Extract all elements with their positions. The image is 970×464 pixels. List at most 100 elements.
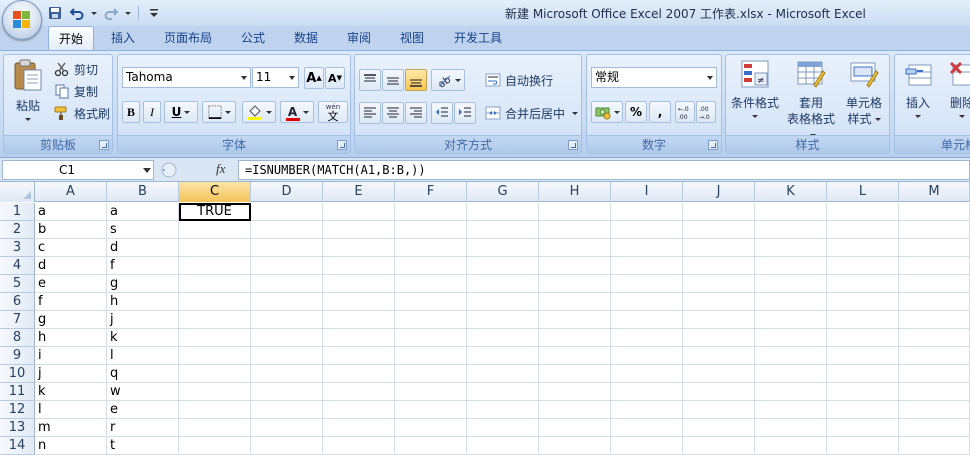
column-header-m[interactable]: M	[899, 182, 970, 202]
cell-a4[interactable]: d	[35, 257, 107, 275]
borders-button[interactable]	[202, 101, 236, 123]
cell-j14[interactable]	[683, 437, 755, 455]
cell-a3[interactable]: c	[35, 239, 107, 257]
cell-i11[interactable]	[611, 383, 683, 401]
cell-a12[interactable]: l	[35, 401, 107, 419]
cell-f8[interactable]	[395, 329, 467, 347]
cell-d6[interactable]	[251, 293, 323, 311]
delete-cells-button[interactable]: 删除	[941, 59, 970, 135]
cell-k1[interactable]	[755, 203, 827, 221]
cell-m13[interactable]	[899, 419, 970, 437]
cell-h13[interactable]	[539, 419, 611, 437]
formula-bar-handle-icon[interactable]	[158, 160, 180, 180]
row-header[interactable]: 4	[0, 257, 35, 275]
cell-g11[interactable]	[467, 383, 539, 401]
cell-j8[interactable]	[683, 329, 755, 347]
cell-h8[interactable]	[539, 329, 611, 347]
column-header-e[interactable]: E	[323, 182, 395, 202]
cell-i4[interactable]	[611, 257, 683, 275]
row-header[interactable]: 5	[0, 275, 35, 293]
cell-i10[interactable]	[611, 365, 683, 383]
cell-h1[interactable]	[539, 203, 611, 221]
comma-button[interactable]: ,	[649, 101, 671, 123]
cell-m9[interactable]	[899, 347, 970, 365]
select-all-button[interactable]	[0, 182, 35, 202]
cut-button[interactable]: 剪切	[54, 59, 98, 79]
cell-k8[interactable]	[755, 329, 827, 347]
cell-c3[interactable]	[179, 239, 251, 257]
cell-e10[interactable]	[323, 365, 395, 383]
tab-data[interactable]: 数据	[283, 26, 329, 50]
column-header-l[interactable]: L	[827, 182, 899, 202]
cell-k4[interactable]	[755, 257, 827, 275]
cell-m7[interactable]	[899, 311, 970, 329]
cell-b8[interactable]: k	[107, 329, 179, 347]
cell-c5[interactable]	[179, 275, 251, 293]
cell-e4[interactable]	[323, 257, 395, 275]
formula-input[interactable]: =ISNUMBER(MATCH(A1,B:B,))	[238, 160, 970, 180]
column-header-j[interactable]: J	[683, 182, 755, 202]
cell-e1[interactable]	[323, 203, 395, 221]
insert-cells-button[interactable]: 插入	[897, 59, 939, 135]
cell-d12[interactable]	[251, 401, 323, 419]
cell-e8[interactable]	[323, 329, 395, 347]
cell-l2[interactable]	[827, 221, 899, 239]
font-name-combo[interactable]: Tahoma	[122, 67, 251, 88]
align-center-button[interactable]	[382, 102, 404, 124]
cell-b10[interactable]: q	[107, 365, 179, 383]
cell-d1[interactable]	[251, 203, 323, 221]
tab-insert[interactable]: 插入	[100, 26, 146, 50]
cell-a10[interactable]: j	[35, 365, 107, 383]
cell-l1[interactable]	[827, 203, 899, 221]
cell-a11[interactable]: k	[35, 383, 107, 401]
cell-d4[interactable]	[251, 257, 323, 275]
cell-g8[interactable]	[467, 329, 539, 347]
cell-l3[interactable]	[827, 239, 899, 257]
cell-j5[interactable]	[683, 275, 755, 293]
name-box[interactable]: C1	[2, 160, 154, 180]
cell-b11[interactable]: w	[107, 383, 179, 401]
align-middle-button[interactable]	[382, 69, 404, 91]
cell-j13[interactable]	[683, 419, 755, 437]
cell-c12[interactable]	[179, 401, 251, 419]
save-icon[interactable]	[46, 4, 64, 22]
cell-b3[interactable]: d	[107, 239, 179, 257]
cell-f10[interactable]	[395, 365, 467, 383]
cell-e13[interactable]	[323, 419, 395, 437]
cell-j1[interactable]	[683, 203, 755, 221]
cell-k14[interactable]	[755, 437, 827, 455]
row-header[interactable]: 10	[0, 365, 35, 383]
format-painter-button[interactable]: 格式刷	[54, 103, 110, 123]
cell-k7[interactable]	[755, 311, 827, 329]
cell-b12[interactable]: e	[107, 401, 179, 419]
cell-e14[interactable]	[323, 437, 395, 455]
customize-icon[interactable]	[145, 4, 163, 22]
cell-i14[interactable]	[611, 437, 683, 455]
cell-i8[interactable]	[611, 329, 683, 347]
tab-review[interactable]: 审阅	[336, 26, 382, 50]
cell-l7[interactable]	[827, 311, 899, 329]
cell-h10[interactable]	[539, 365, 611, 383]
redo-dropdown-icon[interactable]	[124, 4, 132, 22]
cell-k5[interactable]	[755, 275, 827, 293]
cell-c9[interactable]	[179, 347, 251, 365]
font-size-combo[interactable]: 11	[252, 67, 299, 88]
cell-k12[interactable]	[755, 401, 827, 419]
cell-g1[interactable]	[467, 203, 539, 221]
cell-e9[interactable]	[323, 347, 395, 365]
row-header[interactable]: 11	[0, 383, 35, 401]
alignment-dialog-launcher[interactable]	[568, 140, 578, 150]
cell-e3[interactable]	[323, 239, 395, 257]
cell-a7[interactable]: g	[35, 311, 107, 329]
increase-indent-button[interactable]	[454, 102, 476, 124]
conditional-formatting-button[interactable]: ≠ 条件格式	[728, 59, 782, 135]
font-color-button[interactable]: A	[280, 101, 314, 123]
cell-h12[interactable]	[539, 401, 611, 419]
cell-m12[interactable]	[899, 401, 970, 419]
cell-a8[interactable]: h	[35, 329, 107, 347]
cell-d7[interactable]	[251, 311, 323, 329]
column-header-h[interactable]: H	[539, 182, 611, 202]
cell-i3[interactable]	[611, 239, 683, 257]
cell-c7[interactable]	[179, 311, 251, 329]
cell-l5[interactable]	[827, 275, 899, 293]
